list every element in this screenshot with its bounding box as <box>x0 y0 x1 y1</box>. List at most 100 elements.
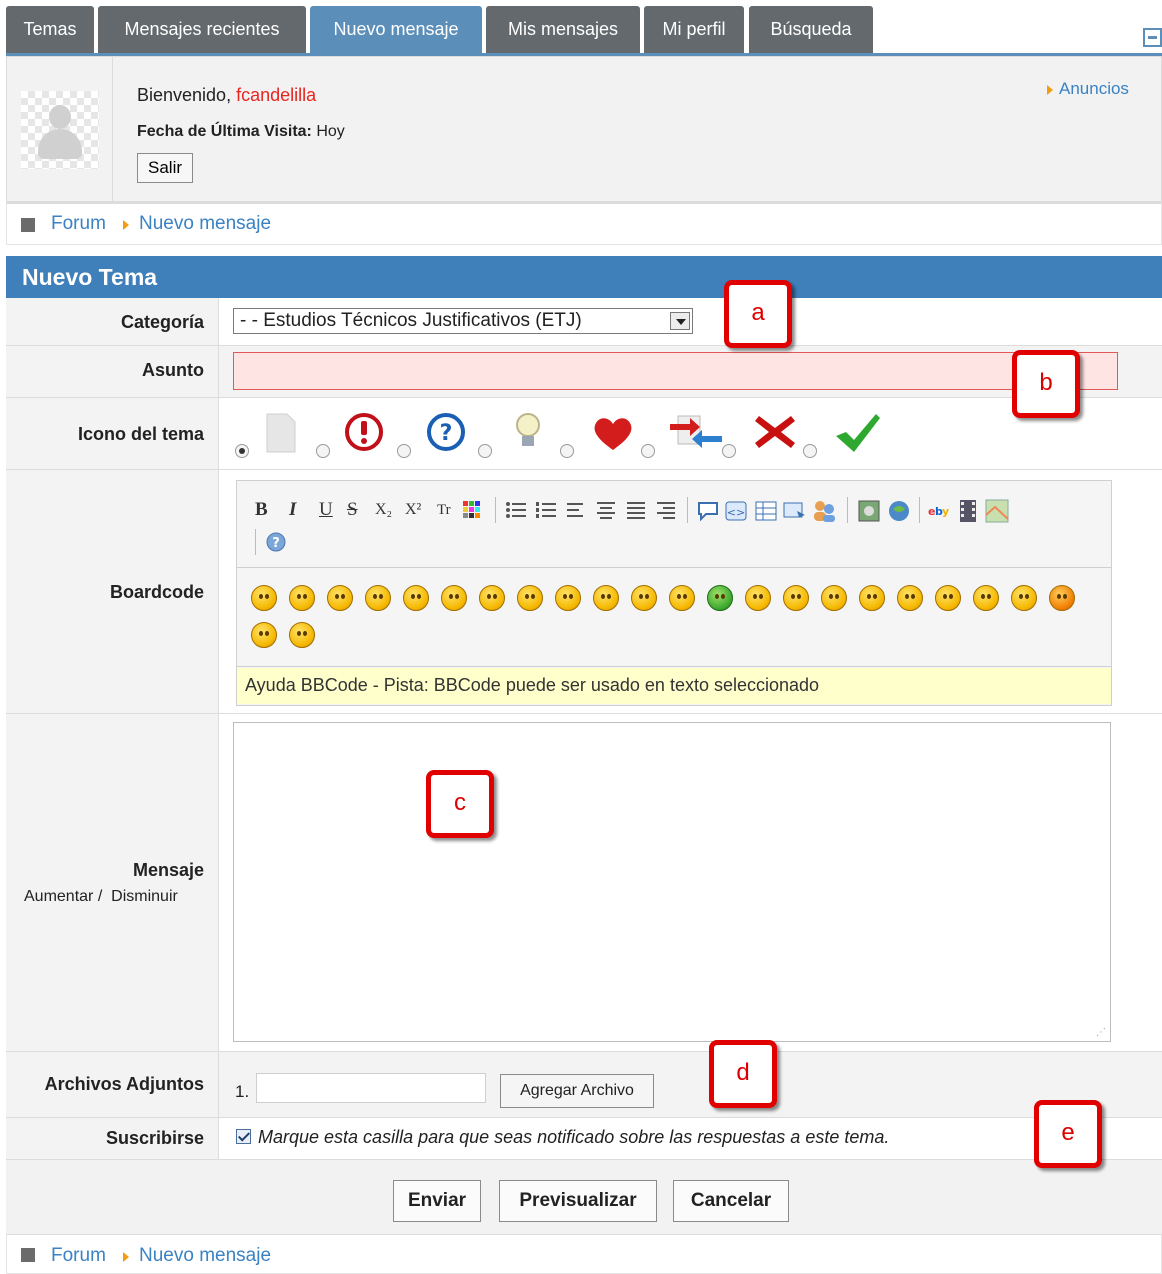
smiley-blush-icon[interactable] <box>821 585 847 611</box>
subscribe-text: Marque esta casilla para que seas notifi… <box>258 1127 890 1147</box>
tab-mi-perfil[interactable]: Mi perfil <box>644 6 744 53</box>
bullet-list-icon[interactable] <box>505 501 527 519</box>
cancel-button[interactable]: Cancelar <box>673 1180 789 1222</box>
bold-button[interactable]: B <box>255 499 268 521</box>
smiley-rolleyes-icon[interactable] <box>783 585 809 611</box>
breadcrumb-forum[interactable]: Forum <box>51 213 106 235</box>
help-icon[interactable]: ? <box>265 531 287 553</box>
users-icon[interactable] <box>811 499 837 523</box>
align-left-icon[interactable] <box>565 501 587 519</box>
tab-temas[interactable]: Temas <box>6 6 94 53</box>
smiley-straight-icon[interactable] <box>973 585 999 611</box>
subscribe-label: Suscribirse <box>105 1128 204 1148</box>
smiley-tongue-icon[interactable] <box>441 585 467 611</box>
smiley-kiss-icon[interactable] <box>897 585 923 611</box>
smiley-laugh-icon[interactable] <box>669 585 695 611</box>
svg-text:<>: <> <box>727 506 745 519</box>
link-icon[interactable] <box>887 499 913 523</box>
smiley-bigeyes-icon[interactable] <box>935 585 961 611</box>
topic-icon-radio[interactable] <box>641 444 655 458</box>
square-icon <box>21 1248 35 1262</box>
submit-button[interactable]: Enviar <box>393 1180 481 1222</box>
topic-icon-radio[interactable] <box>397 444 411 458</box>
map-icon[interactable] <box>985 499 1009 523</box>
smiley-rolling-icon[interactable] <box>251 622 277 648</box>
numbered-list-icon[interactable] <box>535 501 557 519</box>
color-picker-icon[interactable] <box>463 501 481 519</box>
avatar-silhouette-body <box>38 129 82 159</box>
breadcrumb-current[interactable]: Nuevo mensaje <box>139 213 271 235</box>
breadcrumb-forum[interactable]: Forum <box>51 1245 106 1267</box>
topic-icon-radio[interactable] <box>803 444 817 458</box>
table-icon[interactable] <box>755 501 777 521</box>
smiley-cool-icon[interactable] <box>251 585 277 611</box>
label-cell: Mensaje Aumentar / Disminuir <box>6 714 219 1051</box>
quote-icon[interactable] <box>697 501 719 521</box>
username-link[interactable]: fcandelilla <box>236 85 316 105</box>
smiley-confused-icon[interactable] <box>517 585 543 611</box>
align-right-icon[interactable] <box>655 501 677 519</box>
form-title: Nuevo Tema <box>6 256 1162 298</box>
subscript-button[interactable]: X₂ <box>375 499 392 521</box>
smiley-devil-icon[interactable] <box>1049 585 1075 611</box>
topic-icon-radio[interactable] <box>316 444 330 458</box>
topic-icon-radio[interactable] <box>722 444 736 458</box>
annotation-marker-a: a <box>724 280 792 348</box>
font-size-button[interactable]: Tr <box>437 499 451 521</box>
ebay-icon[interactable]: eby <box>927 501 953 521</box>
italic-button[interactable]: I <box>289 499 296 521</box>
message-textarea[interactable]: ⋰ <box>233 722 1111 1042</box>
topic-icon-radio[interactable] <box>560 444 574 458</box>
tab-mis-mensajes[interactable]: Mis mensajes <box>486 6 640 53</box>
justify-icon[interactable] <box>625 501 647 519</box>
logout-button[interactable]: Salir <box>137 153 194 183</box>
resize-grip-icon[interactable]: ⋰ <box>1096 1027 1106 1038</box>
code-icon[interactable]: <> <box>725 501 747 521</box>
announcements-link[interactable]: Anuncios <box>1047 79 1129 99</box>
toolbar-separator <box>255 529 256 555</box>
subscribe-checkbox[interactable] <box>236 1129 251 1144</box>
chevron-down-icon[interactable] <box>670 312 690 330</box>
smiley-squint-icon[interactable] <box>289 622 315 648</box>
smiley-smile-icon[interactable] <box>327 585 353 611</box>
topic-icon-radio[interactable] <box>235 444 249 458</box>
topic-icon-radio[interactable] <box>478 444 492 458</box>
grow-link[interactable]: Aumentar <box>24 888 93 905</box>
add-file-button[interactable]: Agregar Archivo <box>500 1074 654 1108</box>
breadcrumb-current[interactable]: Nuevo mensaje <box>139 1245 271 1267</box>
transfer-arrows-icon <box>670 415 722 448</box>
underline-button[interactable]: U <box>319 499 333 521</box>
align-center-icon[interactable] <box>595 501 617 519</box>
boardcode-row: Boardcode B I U S X₂ X² Tr <> e b y ? Ay… <box>6 470 1162 714</box>
smiley-whistle-icon[interactable] <box>859 585 885 611</box>
smiley-sleepy-icon[interactable] <box>745 585 771 611</box>
tab-mensajes-recientes[interactable]: Mensajes recientes <box>98 6 306 53</box>
category-select[interactable]: - - Estudios Técnicos Justificativos (ET… <box>233 308 693 334</box>
subject-input[interactable] <box>233 352 1118 390</box>
smiley-worried-icon[interactable] <box>1011 585 1037 611</box>
image-icon[interactable] <box>857 499 881 523</box>
attachment-file-input[interactable] <box>256 1073 486 1103</box>
smiley-shocked-icon[interactable] <box>555 585 581 611</box>
spoiler-icon[interactable] <box>783 501 807 521</box>
label-cell: Asunto <box>6 346 219 397</box>
smiley-palette <box>237 567 1111 667</box>
smiley-angry-icon[interactable] <box>479 585 505 611</box>
tab-busqueda[interactable]: Búsqueda <box>749 6 873 53</box>
smiley-sick-icon[interactable] <box>707 585 733 611</box>
collapse-panel-icon[interactable] <box>1143 28 1162 47</box>
topic-icon-row: Icono del tema ? <box>6 398 1162 470</box>
smiley-wink-icon[interactable] <box>403 585 429 611</box>
svg-text:?: ? <box>440 421 453 446</box>
checkmark-icon <box>836 414 880 452</box>
shrink-link[interactable]: Disminuir <box>111 888 178 905</box>
tab-nuevo-mensaje[interactable]: Nuevo mensaje <box>310 6 482 53</box>
smiley-grin-icon[interactable] <box>365 585 391 611</box>
video-icon[interactable] <box>957 499 979 523</box>
smiley-surprised-icon[interactable] <box>593 585 619 611</box>
strikethrough-button[interactable]: S <box>347 499 358 521</box>
superscript-button[interactable]: X² <box>405 499 421 521</box>
smiley-dizzy-icon[interactable] <box>631 585 657 611</box>
smiley-sad-icon[interactable] <box>289 585 315 611</box>
preview-button[interactable]: Previsualizar <box>499 1180 657 1222</box>
